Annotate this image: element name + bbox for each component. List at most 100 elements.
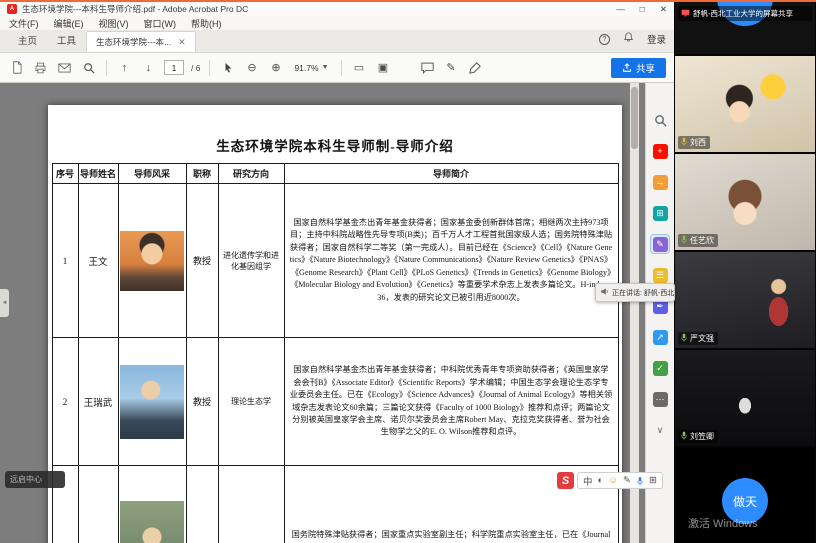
participant-tile[interactable]: 任艺欣 xyxy=(675,154,815,250)
participant-tile[interactable]: 严文强 xyxy=(675,252,815,348)
zoom-out-icon[interactable]: ⊖ xyxy=(243,59,260,76)
menu-file[interactable]: 文件(F) xyxy=(9,17,39,30)
ime-status-bar: 中 ◐ ☺ ✎ ⊞ xyxy=(577,472,663,489)
previous-page-icon[interactable]: ↑ xyxy=(116,59,133,76)
tab-document[interactable]: 生态环境学院---本... ✕ xyxy=(86,31,196,52)
mentor-table: 序号 导师姓名 导师风采 职称 研究方向 导师简介 1 王文 教授 进化遗传学和… xyxy=(52,163,619,543)
tool-stamp-icon[interactable]: ✓ xyxy=(651,359,669,377)
floating-chip[interactable]: 远启中心 xyxy=(5,471,65,488)
tool-comment-icon[interactable]: ☰ xyxy=(651,266,669,284)
comment-icon[interactable] xyxy=(419,59,436,76)
menu-window[interactable]: 窗口(W) xyxy=(144,17,177,30)
share-button-label: 共享 xyxy=(636,61,655,75)
tool-edit-pdf-icon[interactable]: ✎ xyxy=(651,235,669,253)
mentor-photo-cell xyxy=(118,466,186,543)
table-row: 2 王瑞武 教授 理论生态学 国家自然科学基金杰出青年基金获得者；中科院优秀青年… xyxy=(52,338,618,466)
mentor-no: 1 xyxy=(52,184,78,338)
page-view-icon[interactable]: ▣ xyxy=(375,59,392,76)
menu-view[interactable]: 视图(V) xyxy=(99,17,129,30)
sogou-logo-icon[interactable]: S xyxy=(557,472,574,489)
tool-export-pdf-icon[interactable]: → xyxy=(651,173,669,191)
toolbar: ↑ ↓ 1 / 6 ⊖ ⊕ 91.7% ▼ ▭ ▣ ✎ xyxy=(0,53,674,83)
next-page-icon[interactable]: ↓ xyxy=(140,59,157,76)
header-rank: 职称 xyxy=(186,164,218,184)
search-icon[interactable] xyxy=(80,59,97,76)
ime-keyboard-icon[interactable]: ⊞ xyxy=(649,475,657,486)
tool-create-pdf-icon[interactable]: + xyxy=(651,142,669,160)
header-direction: 研究方向 xyxy=(218,164,284,184)
mentor-photo-cell xyxy=(118,338,186,466)
close-button[interactable]: ✕ xyxy=(660,4,667,15)
participant-name: 严文强 xyxy=(690,333,714,344)
table-header-row: 序号 导师姓名 导师风采 职称 研究方向 导师简介 xyxy=(52,164,618,184)
acrobat-app-icon: A xyxy=(7,4,17,14)
pdf-page: 生态环境学院本科生导师制-导师介绍 序号 导师姓名 导师风采 职称 研究方向 导… xyxy=(48,105,622,543)
speaking-indicator-toast: 正在讲话: 舒帆-西北工业大学; xyxy=(595,283,675,302)
tab-tools[interactable]: 工具 xyxy=(47,29,86,52)
mic-icon xyxy=(680,431,688,442)
activate-windows-watermark: 激活 Windows xyxy=(688,515,758,531)
sign-icon[interactable] xyxy=(467,59,484,76)
title-bar: A 生态环境学院---本科生导师介绍.pdf - Adobe Acrobat P… xyxy=(0,2,674,16)
screen-share-banner-text: 舒帆-西北工业大学的屏幕共享 xyxy=(693,8,793,19)
mentor-name: 王瑞武 xyxy=(78,338,118,466)
tab-close-icon[interactable]: ✕ xyxy=(178,37,186,48)
zoom-level-value: 91.7% xyxy=(294,63,318,73)
participant-tile-sharer[interactable]: 舒帆-西北工业大学的屏幕共享 xyxy=(675,0,815,54)
header-intro: 导师简介 xyxy=(284,164,618,184)
menu-edit[interactable]: 编辑(E) xyxy=(54,17,84,30)
sign-in-button[interactable]: 登录 xyxy=(647,32,666,46)
participant-name: 刘西 xyxy=(690,137,706,148)
print-icon[interactable] xyxy=(32,59,49,76)
navigation-pane-handle[interactable]: ◄ xyxy=(0,289,9,317)
table-row: 1 王文 教授 进化遗传学和进化基因组学 国家自然科学基金杰出青年基金获得者；国… xyxy=(52,184,618,338)
tool-organize-pages-icon[interactable]: ⊞ xyxy=(651,204,669,222)
tool-search-icon[interactable] xyxy=(651,111,669,129)
ime-voice-icon[interactable] xyxy=(636,476,644,486)
mentor-photo-cell xyxy=(118,184,186,338)
menu-bar: 文件(F) 编辑(E) 视图(V) 窗口(W) 帮助(H) xyxy=(0,16,674,30)
highlight-icon[interactable]: ✎ xyxy=(443,59,460,76)
help-icon[interactable]: ? xyxy=(599,34,610,45)
toolbar-separator xyxy=(106,60,107,76)
tool-more-icon[interactable]: ⋯ xyxy=(651,390,669,408)
participant-tile[interactable]: 刘西 xyxy=(675,56,815,152)
tab-home[interactable]: 主页 xyxy=(8,29,47,52)
page-count-label: / 6 xyxy=(191,63,200,73)
minimize-button[interactable]: — xyxy=(616,4,625,15)
avatar-initials: 做天 xyxy=(733,493,757,510)
ime-pen-icon[interactable]: ✎ xyxy=(623,475,631,486)
email-icon[interactable] xyxy=(56,59,73,76)
tool-send-review-icon[interactable]: ↗ xyxy=(651,328,669,346)
participant-tile[interactable]: 刘笠卿 xyxy=(675,350,815,446)
maximize-button[interactable]: □ xyxy=(640,4,645,15)
zoom-level-select[interactable]: 91.7% ▼ xyxy=(291,62,331,74)
scrollbar-thumb[interactable] xyxy=(631,87,638,149)
mentor-photo xyxy=(120,365,184,439)
mentor-rank: 教授 xyxy=(186,338,218,466)
tab-bar-right: ? 登录 xyxy=(599,30,666,52)
share-button[interactable]: 共享 xyxy=(611,58,666,78)
ime-halfwidth-icon[interactable]: ◐ xyxy=(598,475,604,486)
monitor-icon xyxy=(681,9,690,19)
pdf-document-title: 生态环境学院本科生导师制-导师介绍 xyxy=(48,105,622,155)
zoom-in-icon[interactable]: ⊕ xyxy=(267,59,284,76)
page-number-input[interactable]: 1 xyxy=(164,60,184,75)
mic-icon xyxy=(680,333,688,344)
save-file-icon[interactable] xyxy=(8,59,25,76)
menu-help[interactable]: 帮助(H) xyxy=(191,17,222,30)
ime-mode-toggle[interactable]: 中 xyxy=(583,474,593,488)
select-tool-icon[interactable] xyxy=(219,59,236,76)
tab-bar: 主页 工具 生态环境学院---本... ✕ ? 登录 xyxy=(0,30,674,53)
bell-icon[interactable] xyxy=(623,30,634,48)
mentor-name: 王文 xyxy=(78,184,118,338)
participant-name-tag: 刘西 xyxy=(678,136,710,149)
page-fit-icon[interactable]: ▭ xyxy=(351,59,368,76)
ime-emoji-icon[interactable]: ☺ xyxy=(608,475,618,486)
tools-expand-chevron-icon[interactable]: ∨ xyxy=(651,421,669,439)
document-area[interactable]: 生态环境学院本科生导师制-导师介绍 序号 导师姓名 导师风采 职称 研究方向 导… xyxy=(0,83,645,543)
table-row: 国务院特殊津贴获得者；国家重点实验室副主任；科学院重点实验室主任，已在《Jour… xyxy=(52,466,618,543)
header-photo: 导师风采 xyxy=(118,164,186,184)
mentor-rank: 教授 xyxy=(186,184,218,338)
screen-share-banner: 舒帆-西北工业大学的屏幕共享 xyxy=(678,6,812,21)
